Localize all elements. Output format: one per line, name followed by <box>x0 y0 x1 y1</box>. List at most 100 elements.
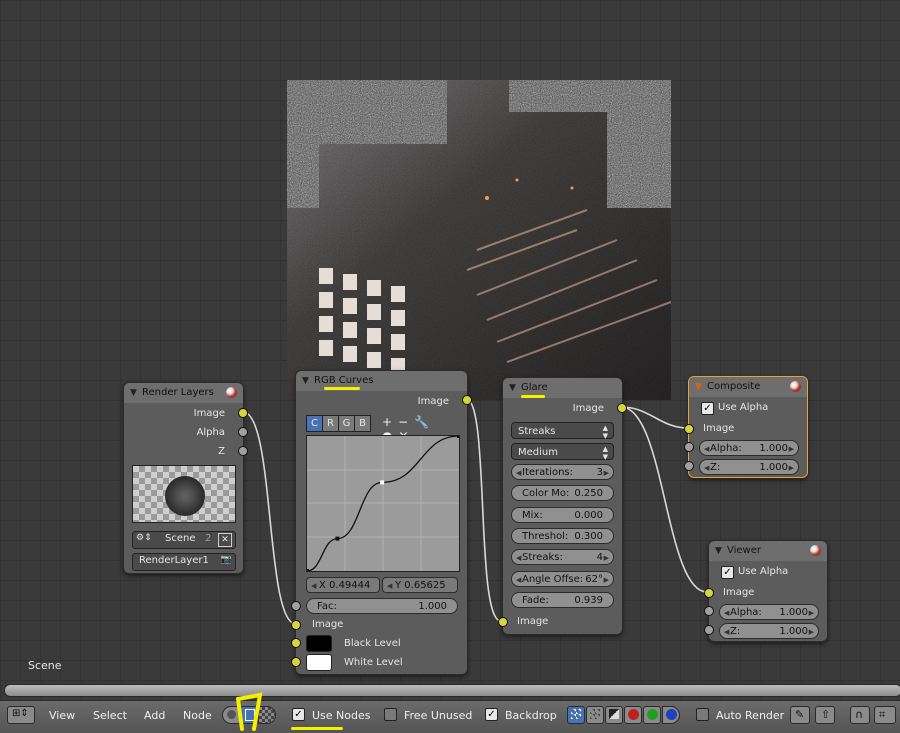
decrement-arrow-icon[interactable]: ◀ <box>724 605 729 621</box>
fac-field[interactable]: Fac: 1.000 <box>306 598 458 614</box>
render-layers-header[interactable]: ▼ Render Layers <box>124 383 243 403</box>
composite-node[interactable]: ▼ Composite ✓ Use Alpha Image ◀ Alpha: 1… <box>688 376 808 478</box>
viewer-z-socket[interactable] <box>704 625 714 635</box>
glare-type-select[interactable]: Streaks ▲ ▼ <box>511 422 614 440</box>
curves-white-level-socket[interactable] <box>291 657 301 667</box>
composite-header[interactable]: ▼ Composite <box>689 377 807 397</box>
use-alpha-checkbox[interactable]: ✓ <box>721 566 734 579</box>
scene-browse-icon[interactable]: ⚙⇕ <box>136 533 152 543</box>
glare-image-input-socket[interactable] <box>498 617 508 627</box>
glare-param-field[interactable]: Threshol: 0.300 <box>511 527 614 544</box>
composite-z-socket[interactable] <box>684 461 694 471</box>
rgb-curves-node[interactable]: ▼ RGB Curves Image C R G B +−🔧●✕ ◀ X 0.4… <box>295 370 468 675</box>
composite-z-field[interactable]: ◀ Z: 1.000 ▶ <box>699 459 799 475</box>
decrement-arrow-icon[interactable]: ◀ <box>516 465 521 481</box>
curve-control-point[interactable] <box>335 536 340 541</box>
black-level-swatch[interactable] <box>306 635 332 652</box>
unlink-scene-icon[interactable]: ✕ <box>218 533 232 547</box>
backdrop-color-button[interactable] <box>586 706 604 724</box>
viewer-z-field[interactable]: ◀ Z: 1.000 ▶ <box>719 623 819 639</box>
scene-selector[interactable]: ⚙⇕ Scene 2 ✕ <box>132 531 236 549</box>
x-coordinate-field[interactable]: ◀ X 0.49444 <box>306 577 380 593</box>
menu-node[interactable]: Node <box>183 709 212 722</box>
collapse-triangle-icon[interactable]: ▼ <box>715 541 722 561</box>
composite-alpha-socket[interactable] <box>684 442 694 452</box>
curves-fac-socket[interactable] <box>291 601 301 611</box>
backdrop-red-button[interactable] <box>624 706 642 724</box>
glare-param-field[interactable]: ◀ Iterations: 3 ▶ <box>511 464 614 480</box>
curves-image-output-socket[interactable] <box>462 395 472 405</box>
curve-editor-graph[interactable] <box>306 435 460 572</box>
glare-param-field[interactable]: ◀ Angle Offse: 62° ▶ <box>511 570 614 588</box>
curve-control-point[interactable] <box>306 569 309 572</box>
horizontal-scrollbar[interactable] <box>4 684 900 697</box>
increment-arrow-icon[interactable]: ▶ <box>604 465 609 481</box>
decrement-arrow-icon[interactable]: ◀ <box>311 578 316 594</box>
viewer-alpha-field[interactable]: ◀ Alpha: 1.000 ▶ <box>719 604 819 620</box>
wrench-icon[interactable]: 🔧 <box>414 415 435 429</box>
decrement-arrow-icon[interactable]: ◀ <box>387 578 392 594</box>
node-preview-toggle-icon[interactable] <box>810 545 821 556</box>
viewer-alpha-socket[interactable] <box>704 606 714 616</box>
increment-arrow-icon[interactable]: ▶ <box>604 550 609 566</box>
free-unused-checkbox[interactable] <box>384 708 397 721</box>
go-parent-button[interactable]: ⇧ <box>815 706 835 724</box>
backdrop-blue-button[interactable] <box>662 706 680 724</box>
composite-image-socket[interactable] <box>684 424 694 434</box>
snap-toggle-button[interactable]: ∩ <box>850 706 870 724</box>
increment-arrow-icon[interactable]: ▶ <box>604 572 609 588</box>
editor-type-button[interactable]: ⊞⇕ <box>7 706 35 724</box>
glare-param-field[interactable]: Color Mo: 0.250 <box>511 485 614 502</box>
viewer-header[interactable]: ▼ Viewer <box>709 541 827 561</box>
glare-quality-select[interactable]: Medium ▲ ▼ <box>511 443 614 461</box>
decrement-arrow-icon[interactable]: ◀ <box>704 441 709 457</box>
render-layer-selector[interactable]: RenderLayer1 📷 <box>132 553 236 571</box>
node-preview-toggle-icon[interactable] <box>226 387 237 398</box>
increment-arrow-icon[interactable]: ▶ <box>809 605 814 621</box>
curve-control-point[interactable] <box>457 435 460 438</box>
render-layers-alpha-socket[interactable] <box>238 427 248 437</box>
render-layers-node[interactable]: ▼ Render Layers Image Alpha Z ⚙⇕ Scene 2… <box>123 382 244 574</box>
pin-button[interactable]: ✎ <box>790 706 810 724</box>
backdrop-checkbox[interactable]: ✓ <box>485 708 498 721</box>
backdrop-green-button[interactable] <box>643 706 661 724</box>
node-preview-toggle-icon[interactable] <box>790 381 801 392</box>
composite-alpha-field[interactable]: ◀ Alpha: 1.000 ▶ <box>699 440 799 456</box>
zoom-in-icon[interactable]: + <box>382 415 398 429</box>
glare-param-field[interactable]: Mix: 0.000 <box>511 506 614 523</box>
render-camera-icon[interactable]: 📷 <box>221 555 232 565</box>
increment-arrow-icon[interactable]: ▶ <box>789 441 794 457</box>
decrement-arrow-icon[interactable]: ◀ <box>516 572 521 588</box>
viewer-node[interactable]: ▼ Viewer ✓ Use Alpha Image ◀ Alpha: 1.00… <box>708 540 828 642</box>
glare-node[interactable]: ▼ Glare Image Streaks ▲ ▼ Medium ▲ ▼ ◀ Iter… <box>502 377 623 635</box>
render-layers-z-socket[interactable] <box>238 446 248 456</box>
decrement-arrow-icon[interactable]: ◀ <box>704 460 709 476</box>
white-level-swatch[interactable] <box>306 654 332 671</box>
collapse-triangle-icon[interactable]: ▼ <box>695 377 702 397</box>
collapse-triangle-icon[interactable]: ▼ <box>130 383 137 403</box>
glare-param-field[interactable]: ◀ Streaks: 4 ▶ <box>511 549 614 566</box>
collapse-triangle-icon[interactable]: ▼ <box>509 378 516 398</box>
tab-channel-b[interactable]: B <box>354 415 371 432</box>
backdrop-color-alpha-button[interactable] <box>567 706 585 724</box>
zoom-out-icon[interactable]: − <box>398 415 414 429</box>
decrement-arrow-icon[interactable]: ◀ <box>516 550 521 566</box>
glare-param-field[interactable]: Fade: 0.939 <box>511 591 614 608</box>
curves-black-level-socket[interactable] <box>291 638 301 648</box>
glare-image-output-socket[interactable] <box>617 403 627 413</box>
render-layers-image-socket[interactable] <box>238 408 248 418</box>
increment-arrow-icon[interactable]: ▶ <box>809 624 814 640</box>
menu-view[interactable]: View <box>49 709 75 722</box>
menu-select[interactable]: Select <box>93 709 127 722</box>
tab-channel-r[interactable]: R <box>322 415 339 432</box>
y-coordinate-field[interactable]: ◀ Y 0.65625 <box>382 577 458 593</box>
curves-image-input-socket[interactable] <box>291 620 301 630</box>
tab-channel-c[interactable]: C <box>306 415 323 432</box>
use-nodes-checkbox[interactable]: ✓ <box>292 708 305 721</box>
snap-element-button[interactable]: ⌗ <box>874 706 896 724</box>
curve-control-point[interactable] <box>380 480 385 485</box>
decrement-arrow-icon[interactable]: ◀ <box>724 624 729 640</box>
tab-channel-g[interactable]: G <box>338 415 355 432</box>
auto-render-checkbox[interactable] <box>696 708 709 721</box>
viewer-image-socket[interactable] <box>704 588 714 598</box>
